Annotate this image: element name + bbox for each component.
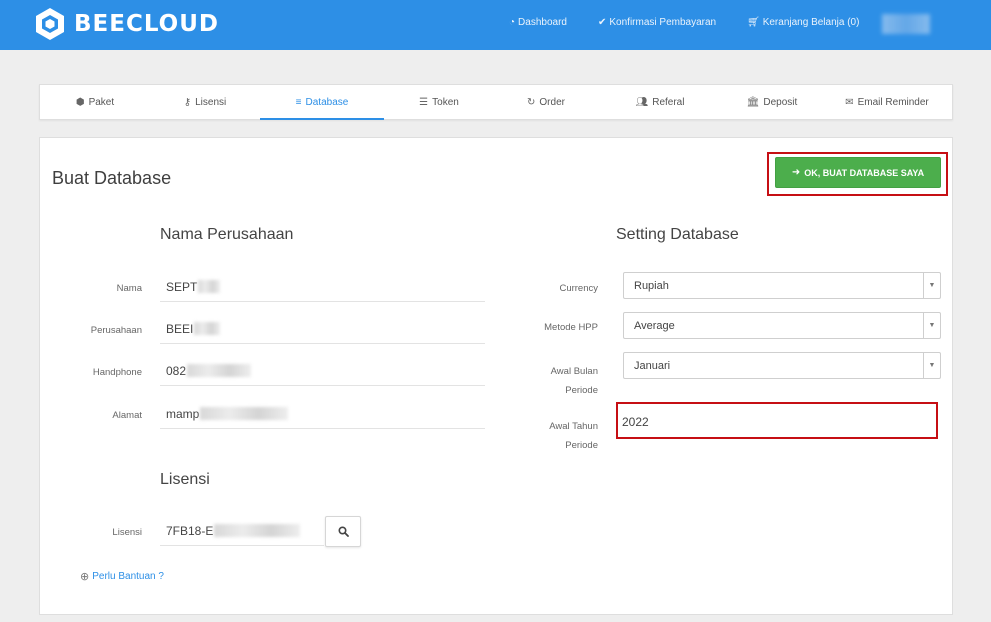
currency-select[interactable]: Rupiah ▼ bbox=[623, 272, 941, 299]
tab-paket[interactable]: ⬢ Paket bbox=[40, 85, 150, 119]
license-section-title: Lisensi bbox=[160, 471, 210, 488]
hpp-label: Metode HPP bbox=[544, 322, 598, 333]
refresh-icon: ↻ bbox=[527, 96, 536, 108]
nama-value: SEPT bbox=[166, 279, 198, 294]
tahun-value: 2022 bbox=[622, 415, 649, 429]
nav-dashboard-link[interactable]: ◔ Dashboard bbox=[509, 17, 567, 28]
dashboard-icon: ◔ bbox=[509, 17, 516, 28]
nav-konfirmasi-label: Konfirmasi Pembayaran bbox=[609, 17, 717, 28]
alamat-value: mamp bbox=[166, 406, 200, 421]
hexagon-logo-icon bbox=[36, 8, 64, 40]
bulan-label-line: Awal Bulan bbox=[550, 366, 598, 377]
handphone-value: 082 bbox=[166, 363, 187, 378]
tab-label: Order bbox=[539, 96, 565, 108]
hpp-select[interactable]: Average ▼ bbox=[623, 312, 941, 339]
handphone-input[interactable]: 082 bbox=[160, 356, 485, 386]
bulan-label: Awal Bulan Periode bbox=[510, 362, 598, 400]
tab-label: Lisensi bbox=[195, 96, 227, 108]
help-link[interactable]: ⊕ Perlu Bantuan ? bbox=[80, 570, 164, 583]
tahun-label-line: Awal Tahun bbox=[549, 421, 598, 432]
redacted-text bbox=[198, 280, 221, 293]
nav-dashboard-label: Dashboard bbox=[518, 17, 567, 28]
help-label: Perlu Bantuan ? bbox=[92, 571, 164, 582]
tab-bar: ⬢ Paket ⚷ Lisensi ≡ Database ☰ Token ↻ O… bbox=[39, 84, 953, 120]
bank-icon: 🏛︎ bbox=[746, 96, 760, 108]
tab-label: Database bbox=[305, 96, 349, 108]
list-icon: ☰ bbox=[419, 96, 429, 108]
nav-cart-label: Keranjang Belanja (0) bbox=[762, 17, 860, 28]
tahun-label-line: Periode bbox=[565, 440, 598, 451]
tab-token[interactable]: ☰ Token bbox=[384, 85, 494, 119]
tab-database[interactable]: ≡ Database bbox=[260, 85, 384, 120]
database-icon: ≡ bbox=[295, 96, 302, 108]
top-navbar: BEECLOUD ◔ Dashboard ✔ Konfirmasi Pembay… bbox=[0, 0, 991, 50]
users-icon: 👥︎ bbox=[635, 96, 649, 108]
tahun-input[interactable] bbox=[616, 402, 938, 439]
ok-create-database-button[interactable]: ➜ OK, BUAT DATABASE SAYA bbox=[775, 157, 941, 188]
tab-referal[interactable]: 👥︎ Referal bbox=[598, 85, 722, 119]
brand-name: BEECLOUD bbox=[74, 11, 219, 37]
redacted-text bbox=[194, 322, 221, 335]
currency-label: Currency bbox=[559, 283, 598, 294]
tab-label: Token bbox=[432, 96, 459, 108]
license-value: 7FB18-E bbox=[166, 523, 214, 538]
chevron-down-icon: ▼ bbox=[923, 313, 940, 338]
tab-label: Email Reminder bbox=[857, 96, 929, 108]
nama-input[interactable]: SEPT bbox=[160, 272, 485, 302]
cube-icon: ⬢ bbox=[75, 96, 85, 108]
chevron-down-icon: ▼ bbox=[923, 353, 940, 378]
ok-button-label: OK, BUAT DATABASE SAYA bbox=[804, 167, 925, 178]
lifebuoy-icon: ⊕ bbox=[80, 571, 90, 583]
alamat-input[interactable]: mamp bbox=[160, 399, 485, 429]
bulan-value: Januari bbox=[634, 359, 671, 372]
perusahaan-label: Perusahaan bbox=[90, 325, 142, 336]
bulan-select[interactable]: Januari ▼ bbox=[623, 352, 941, 379]
check-icon: ✔ bbox=[598, 17, 607, 28]
cart-icon: 🛒︎ bbox=[747, 17, 760, 28]
tab-label: Deposit bbox=[763, 96, 798, 108]
nav-konfirmasi-link[interactable]: ✔ Konfirmasi Pembayaran bbox=[598, 17, 716, 28]
license-label: Lisensi bbox=[112, 527, 142, 538]
redacted-text bbox=[214, 524, 301, 537]
currency-value: Rupiah bbox=[634, 279, 669, 292]
bulan-label-line: Periode bbox=[565, 385, 598, 396]
tab-deposit[interactable]: 🏛︎ Deposit bbox=[722, 85, 822, 119]
envelope-icon: ✉ bbox=[845, 96, 854, 108]
page-title: Buat Database bbox=[52, 168, 172, 188]
tab-email-reminder[interactable]: ✉ Email Reminder bbox=[822, 85, 952, 119]
search-icon bbox=[337, 526, 349, 537]
nama-label: Nama bbox=[116, 283, 142, 294]
alamat-label: Alamat bbox=[112, 410, 142, 421]
key-icon: ⚷ bbox=[183, 96, 192, 108]
redacted-text bbox=[187, 364, 252, 377]
nav-cart-link[interactable]: 🛒︎ Keranjang Belanja (0) bbox=[747, 17, 859, 28]
license-search-button[interactable] bbox=[325, 516, 361, 547]
redacted-text bbox=[200, 407, 289, 420]
tab-order[interactable]: ↻ Order bbox=[494, 85, 598, 119]
company-section-title: Nama Perusahaan bbox=[160, 226, 294, 243]
tahun-label: Awal Tahun Periode bbox=[510, 417, 598, 455]
create-database-panel: Buat Database ➜ OK, BUAT DATABASE SAYA N… bbox=[39, 137, 953, 615]
perusahaan-value: BEEI bbox=[166, 321, 194, 336]
brand-logo[interactable]: BEECLOUD bbox=[34, 7, 219, 41]
settings-section-title: Setting Database bbox=[616, 226, 739, 243]
arrow-right-icon: ➜ bbox=[791, 167, 801, 178]
license-input[interactable]: 7FB18-E bbox=[160, 516, 324, 546]
chevron-down-icon: ▼ bbox=[923, 273, 940, 298]
user-avatar[interactable] bbox=[882, 14, 930, 34]
perusahaan-input[interactable]: BEEI bbox=[160, 314, 485, 344]
tab-label: Referal bbox=[652, 96, 685, 108]
handphone-label: Handphone bbox=[92, 367, 142, 378]
hpp-value: Average bbox=[634, 319, 675, 332]
tab-label: Paket bbox=[88, 96, 115, 108]
tab-lisensi[interactable]: ⚷ Lisensi bbox=[150, 85, 260, 119]
